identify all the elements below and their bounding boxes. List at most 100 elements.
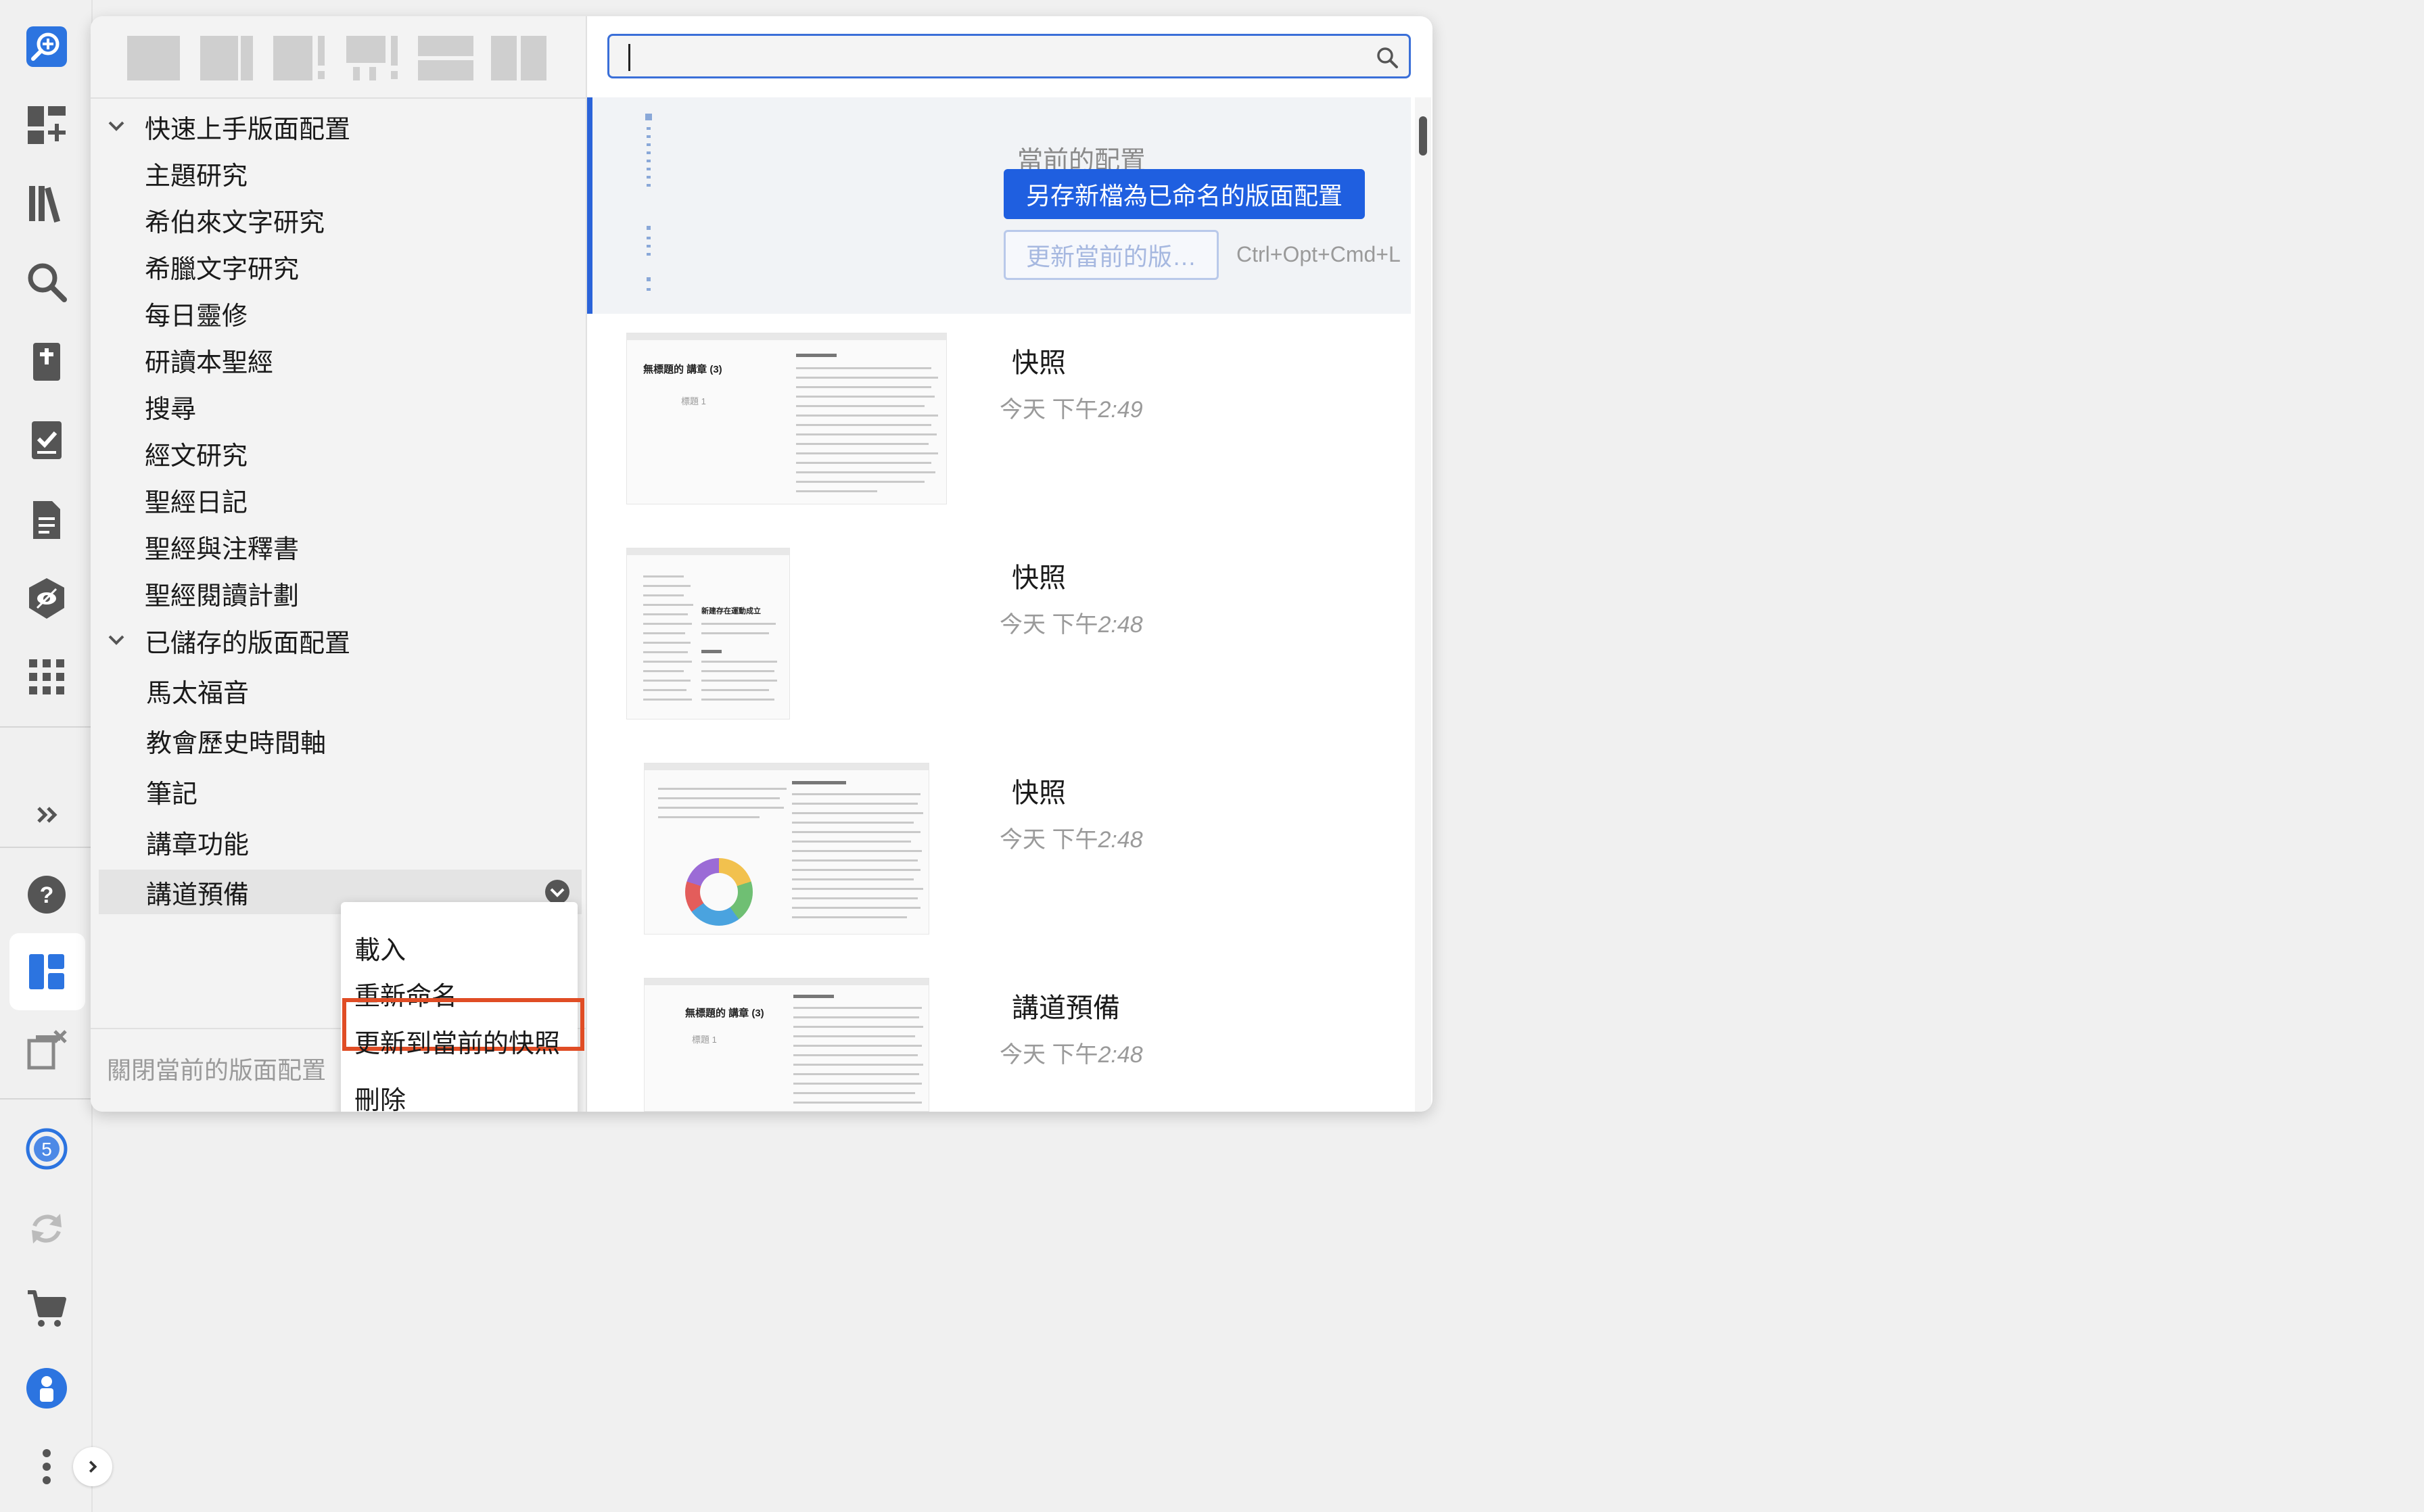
search-icon[interactable] xyxy=(23,258,70,306)
layouts-icon[interactable] xyxy=(23,948,70,995)
shield-eye-icon[interactable] xyxy=(23,575,70,622)
menu-item-update-snapshot[interactable]: 更新到當前的快照 xyxy=(354,1022,560,1060)
thumbnail-heading: 無標題的 講章 (3) xyxy=(643,364,722,375)
thumbnail-subheading: 標題 1 xyxy=(692,1035,717,1045)
snapshot-thumbnail: 新建存在運動成立 xyxy=(626,548,790,719)
notifications-icon[interactable]: 5 xyxy=(23,1125,70,1173)
snapshot-item[interactable]: 新建存在運動成立 快照 今天 下午2:48 xyxy=(587,529,1411,744)
library-icon[interactable] xyxy=(23,180,70,227)
search-icon[interactable] xyxy=(1374,44,1401,71)
tree-item[interactable]: 聖經與注釋書 xyxy=(91,524,587,569)
tree-item-label: 聖經與注釋書 xyxy=(145,535,300,564)
tree-item[interactable]: 主題研究 xyxy=(91,151,587,195)
tree-item[interactable]: 希伯來文字研究 xyxy=(91,197,587,242)
tree-item-saved[interactable]: 教會歷史時間軸 xyxy=(91,718,587,763)
thumbnail-heading: 新建存在運動成立 xyxy=(701,607,761,615)
list-scrollbar[interactable] xyxy=(1415,97,1431,1112)
single-panel-layout-icon[interactable] xyxy=(124,31,183,85)
tree-item-label: 聖經閱讀計劃 xyxy=(145,582,300,611)
tree-item-label: 希臘文字研究 xyxy=(145,255,300,284)
tree-item-label: 搜尋 xyxy=(145,395,197,424)
layouts-panel: 快速上手版面配置 主題研究 希伯來文字研究 希臘文字研究 每日靈修 研讀本聖經 … xyxy=(91,16,1432,1112)
current-layout-thumbnail xyxy=(634,111,661,300)
update-current-layout-button[interactable]: 更新當前的版… xyxy=(1004,230,1219,280)
snapshot-item[interactable]: 快照 今天 下午2:48 xyxy=(587,744,1411,959)
apps-grid-icon[interactable] xyxy=(23,653,70,701)
tree-item-label: 馬太福音 xyxy=(146,679,250,708)
snapshot-time: 今天 下午2:48 xyxy=(1000,612,1143,638)
tree-item[interactable]: 搜尋 xyxy=(91,384,587,429)
tree-item-label: 主題研究 xyxy=(145,162,248,191)
snapshot-title: 快照 xyxy=(1012,348,1066,378)
columns-layout-icon[interactable] xyxy=(490,31,548,85)
tree-item-saved[interactable]: 馬太福音 xyxy=(91,668,587,713)
save-as-named-layout-button[interactable]: 另存新檔為已命名的版面配置 xyxy=(1004,169,1365,219)
snapshot-title: 快照 xyxy=(1012,563,1066,593)
svg-text:?: ? xyxy=(40,882,54,908)
tree-item-label: 希伯來文字研究 xyxy=(145,208,325,237)
tree-item[interactable]: 聖經閱讀計劃 xyxy=(91,571,587,615)
document-icon[interactable] xyxy=(23,496,70,544)
rows-layout-icon[interactable] xyxy=(417,31,475,85)
snapshot-thumbnail: 無標題的 講章 (3) 標題 1 xyxy=(644,978,929,1112)
context-menu: 載入 重新命名 更新到當前的快照 刪除 xyxy=(341,902,584,1112)
checklist-icon[interactable] xyxy=(23,417,70,464)
item-menu-chevron-icon[interactable] xyxy=(544,878,571,905)
close-layout-link[interactable]: 關閉當前的版面配置 xyxy=(107,1051,326,1086)
search-input[interactable] xyxy=(607,34,1411,78)
text-caret xyxy=(628,44,630,71)
layout-preset-toolbar xyxy=(124,31,548,85)
chevron-down-icon[interactable] xyxy=(104,114,129,139)
thumbnail-heading: 無標題的 講章 (3) xyxy=(685,1008,764,1019)
notification-count: 5 xyxy=(41,1139,52,1160)
tree-group-quickstart[interactable]: 快速上手版面配置 xyxy=(91,104,587,149)
tree-group-label: 已儲存的版面配置 xyxy=(145,629,351,658)
close-panels-icon[interactable] xyxy=(23,1026,70,1074)
more-icon[interactable] xyxy=(23,1443,70,1490)
tree-item[interactable]: 希臘文字研究 xyxy=(91,244,587,289)
cart-icon[interactable] xyxy=(23,1285,70,1332)
thumbnail-subheading: 標題 1 xyxy=(681,396,706,406)
tree-item[interactable]: 研讀本聖經 xyxy=(91,337,587,382)
snapshot-time: 今天 下午2:48 xyxy=(1000,827,1143,853)
menu-item-delete[interactable]: 刪除 xyxy=(354,1079,406,1112)
logos-search-icon[interactable] xyxy=(23,23,70,70)
two-panel-layout-icon[interactable] xyxy=(197,31,256,85)
expand-double-chevron-icon[interactable] xyxy=(23,791,70,838)
bible-icon[interactable] xyxy=(23,338,70,385)
tree-item-label: 研讀本聖經 xyxy=(145,348,274,377)
tree-item[interactable]: 聖經日記 xyxy=(91,477,587,522)
tree-item-saved[interactable]: 講章功能 xyxy=(91,820,587,864)
layouts-tree-pane: 快速上手版面配置 主題研究 希伯來文字研究 希臘文字研究 每日靈修 研讀本聖經 … xyxy=(91,16,587,1112)
tree-item-label: 筆記 xyxy=(146,780,198,809)
snapshot-time: 今天 下午2:48 xyxy=(1000,1042,1143,1068)
account-icon[interactable] xyxy=(23,1365,70,1412)
panel-bang-layout-icon[interactable] xyxy=(271,31,329,85)
dashboard-add-icon[interactable] xyxy=(23,101,70,149)
current-layout-card: 當前的配置 另存新檔為已命名的版面配置 更新當前的版… Ctrl+Opt+Cmd… xyxy=(587,97,1411,314)
tree-item-label: 講道預備 xyxy=(146,880,250,909)
snapshot-item[interactable]: 無標題的 講章 (3) 標題 1 快照 今天 下午2:49 xyxy=(587,314,1411,529)
snapshot-thumbnail xyxy=(644,763,929,935)
help-icon[interactable]: ? xyxy=(23,871,70,918)
tree-item-label: 每日靈修 xyxy=(145,302,248,331)
tree-group-saved[interactable]: 已儲存的版面配置 xyxy=(91,618,587,663)
tree-group-label: 快速上手版面配置 xyxy=(145,115,351,144)
snapshot-title: 講道預備 xyxy=(1012,993,1120,1023)
chevron-down-icon[interactable] xyxy=(104,628,129,653)
keyboard-shortcut: Ctrl+Opt+Cmd+L xyxy=(1236,242,1401,266)
snapshot-time: 今天 下午2:49 xyxy=(1000,397,1143,423)
tree-item[interactable]: 每日靈修 xyxy=(91,291,587,335)
snapshot-thumbnail: 無標題的 講章 (3) 標題 1 xyxy=(626,333,947,504)
tree-item-label: 教會歷史時間軸 xyxy=(146,729,327,758)
tree-item-saved[interactable]: 筆記 xyxy=(91,769,587,813)
tree-item[interactable]: 經文研究 xyxy=(91,431,587,475)
expand-arrow-icon[interactable] xyxy=(73,1447,112,1486)
sync-icon[interactable] xyxy=(23,1205,70,1252)
tree-item-label: 講章功能 xyxy=(146,830,250,859)
double-bang-layout-icon[interactable] xyxy=(344,31,402,85)
snapshot-item[interactable]: 無標題的 講章 (3) 標題 1 講道預備 今天 下午2:48 xyxy=(587,959,1411,1112)
snapshot-list: 當前的配置 另存新檔為已命名的版面配置 更新當前的版… Ctrl+Opt+Cmd… xyxy=(587,97,1411,1112)
tree-item-label: 聖經日記 xyxy=(145,488,248,517)
menu-item-load[interactable]: 載入 xyxy=(354,929,406,966)
